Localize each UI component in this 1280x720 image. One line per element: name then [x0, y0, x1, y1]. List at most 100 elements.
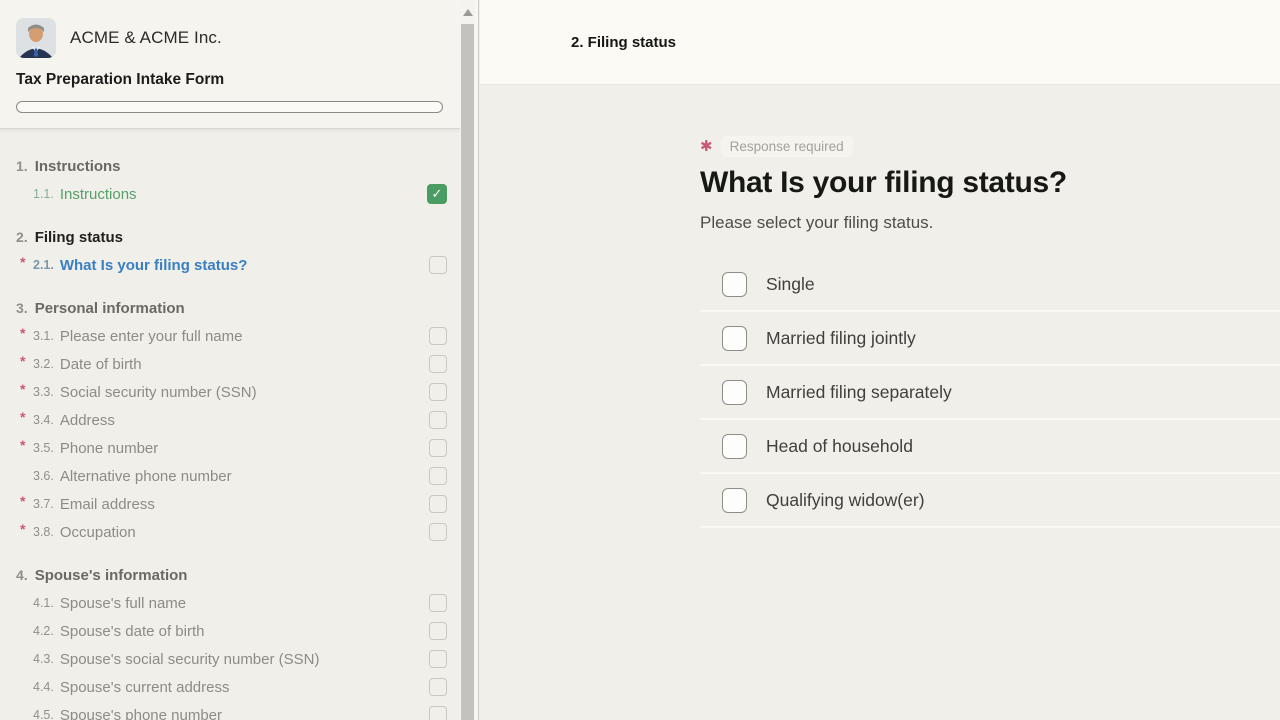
item-status-checkbox: [429, 495, 447, 513]
required-asterisk: *: [20, 353, 25, 369]
item-title: Spouse's social security number (SSN): [60, 651, 419, 668]
toc-item-spouse-date-of-birth[interactable]: 4.2. Spouse's date of birth: [0, 617, 460, 645]
sidebar-scrollbar[interactable]: [460, 0, 475, 720]
item-number: 4.1.: [33, 596, 54, 610]
toc-section-filing-status: 2. Filing status * 2.1. What Is your fil…: [0, 223, 460, 279]
table-of-contents: 1. Instructions 1.1. Instructions ✓ 2. F…: [0, 129, 460, 720]
option-row-head-of-household[interactable]: Head of household: [700, 420, 1280, 474]
item-status-checkbox: [429, 327, 447, 345]
item-number: 4.4.: [33, 680, 54, 694]
sidebar: ACME & ACME Inc. Tax Preparation Intake …: [0, 0, 460, 720]
required-asterisk: *: [20, 254, 25, 270]
item-status-checkbox: [429, 650, 447, 668]
option-checkbox[interactable]: [722, 326, 747, 351]
option-checkbox[interactable]: [722, 488, 747, 513]
form-title: Tax Preparation Intake Form: [16, 71, 444, 89]
toc-item-spouse-full-name[interactable]: 4.1. Spouse's full name: [0, 589, 460, 617]
toc-item-filing-status-question[interactable]: * 2.1. What Is your filing status?: [0, 251, 460, 279]
item-status-checkbox: [429, 706, 447, 720]
option-label: Married filing separately: [766, 382, 952, 403]
option-row-single[interactable]: Single: [700, 258, 1280, 312]
item-status-checkbox-checked: ✓: [427, 184, 447, 204]
toc-section-header: 2. Filing status: [0, 223, 460, 251]
section-title: Personal information: [35, 300, 185, 317]
options-list: Single Married filing jointly Married fi…: [700, 258, 1280, 528]
main-header: 2. Filing status: [480, 0, 1280, 85]
toc-item-phone-number[interactable]: * 3.5. Phone number: [0, 434, 460, 462]
toc-item-spouse-current-address[interactable]: 4.4. Spouse's current address: [0, 673, 460, 701]
item-title: Occupation: [60, 524, 419, 541]
option-label: Married filing jointly: [766, 328, 916, 349]
section-title: Instructions: [35, 158, 121, 175]
option-label: Single: [766, 274, 815, 295]
item-status-checkbox: [429, 467, 447, 485]
item-number: 3.1.: [33, 329, 54, 343]
item-title: Instructions: [60, 186, 417, 203]
item-status-checkbox: [429, 594, 447, 612]
required-asterisk-icon: ✱: [700, 139, 713, 154]
response-required-badge: Response required: [721, 136, 853, 157]
option-checkbox[interactable]: [722, 434, 747, 459]
toc-item-instructions[interactable]: 1.1. Instructions ✓: [0, 180, 460, 208]
toc-item-occupation[interactable]: * 3.8. Occupation: [0, 518, 460, 546]
form-header: ACME & ACME Inc. Tax Preparation Intake …: [0, 0, 460, 129]
section-number: 3.: [16, 300, 28, 316]
option-row-married-filing-separately[interactable]: Married filing separately: [700, 366, 1280, 420]
section-number: 1.: [16, 158, 28, 174]
toc-section-instructions: 1. Instructions 1.1. Instructions ✓: [0, 152, 460, 208]
toc-section-personal-information: 3. Personal information * 3.1. Please en…: [0, 294, 460, 546]
item-status-checkbox: [429, 355, 447, 373]
section-number: 2.: [16, 229, 28, 245]
toc-item-alt-phone-number[interactable]: 3.6. Alternative phone number: [0, 462, 460, 490]
item-number: 3.7.: [33, 497, 54, 511]
toc-item-date-of-birth[interactable]: * 3.2. Date of birth: [0, 350, 460, 378]
item-title: Please enter your full name: [60, 328, 419, 345]
item-title: Spouse's phone number: [60, 707, 419, 720]
option-checkbox[interactable]: [722, 380, 747, 405]
toc-section-spouse-information: 4. Spouse's information 4.1. Spouse's fu…: [0, 561, 460, 720]
toc-item-spouse-phone-number[interactable]: 4.5. Spouse's phone number: [0, 701, 460, 720]
toc-item-full-name[interactable]: * 3.1. Please enter your full name: [0, 322, 460, 350]
required-asterisk: *: [20, 409, 25, 425]
item-number: 3.4.: [33, 413, 54, 427]
item-number: 3.6.: [33, 469, 54, 483]
option-row-married-filing-jointly[interactable]: Married filing jointly: [700, 312, 1280, 366]
option-label: Qualifying widow(er): [766, 490, 925, 511]
item-title: Email address: [60, 496, 419, 513]
option-label: Head of household: [766, 436, 913, 457]
required-asterisk: *: [20, 493, 25, 509]
progress-bar: [16, 101, 443, 113]
toc-section-header: 1. Instructions: [0, 152, 460, 180]
toc-item-ssn[interactable]: * 3.3. Social security number (SSN): [0, 378, 460, 406]
section-title: Spouse's information: [35, 567, 188, 584]
company-avatar: [16, 18, 56, 58]
item-number: 1.1.: [33, 187, 54, 201]
toc-item-spouse-ssn[interactable]: 4.3. Spouse's social security number (SS…: [0, 645, 460, 673]
company-name: ACME & ACME Inc.: [70, 28, 222, 48]
scroll-up-button[interactable]: [460, 0, 475, 24]
brand-row: ACME & ACME Inc.: [16, 18, 444, 58]
required-asterisk: *: [20, 437, 25, 453]
question-area: ✱ Response required What Is your filing …: [480, 85, 1280, 528]
toc-item-email-address[interactable]: * 3.7. Email address: [0, 490, 460, 518]
toc-item-address[interactable]: * 3.4. Address: [0, 406, 460, 434]
required-asterisk: *: [20, 325, 25, 341]
section-title: Filing status: [35, 229, 123, 246]
section-breadcrumb: 2. Filing status: [571, 34, 676, 51]
item-title: Social security number (SSN): [60, 384, 419, 401]
item-number: 3.8.: [33, 525, 54, 539]
main-panel: 2. Filing status ✱ Response required Wha…: [480, 0, 1280, 720]
item-number: 3.2.: [33, 357, 54, 371]
item-title: What Is your filing status?: [60, 257, 419, 274]
option-row-qualifying-widower[interactable]: Qualifying widow(er): [700, 474, 1280, 528]
scrollbar-thumb[interactable]: [461, 24, 474, 720]
item-title: Spouse's full name: [60, 595, 419, 612]
item-number: 3.3.: [33, 385, 54, 399]
item-status-checkbox: [429, 439, 447, 457]
toc-section-header: 3. Personal information: [0, 294, 460, 322]
option-checkbox[interactable]: [722, 272, 747, 297]
scroll-up-icon: [463, 9, 473, 16]
item-title: Date of birth: [60, 356, 419, 373]
item-status-checkbox: [429, 256, 447, 274]
toc-section-header: 4. Spouse's information: [0, 561, 460, 589]
